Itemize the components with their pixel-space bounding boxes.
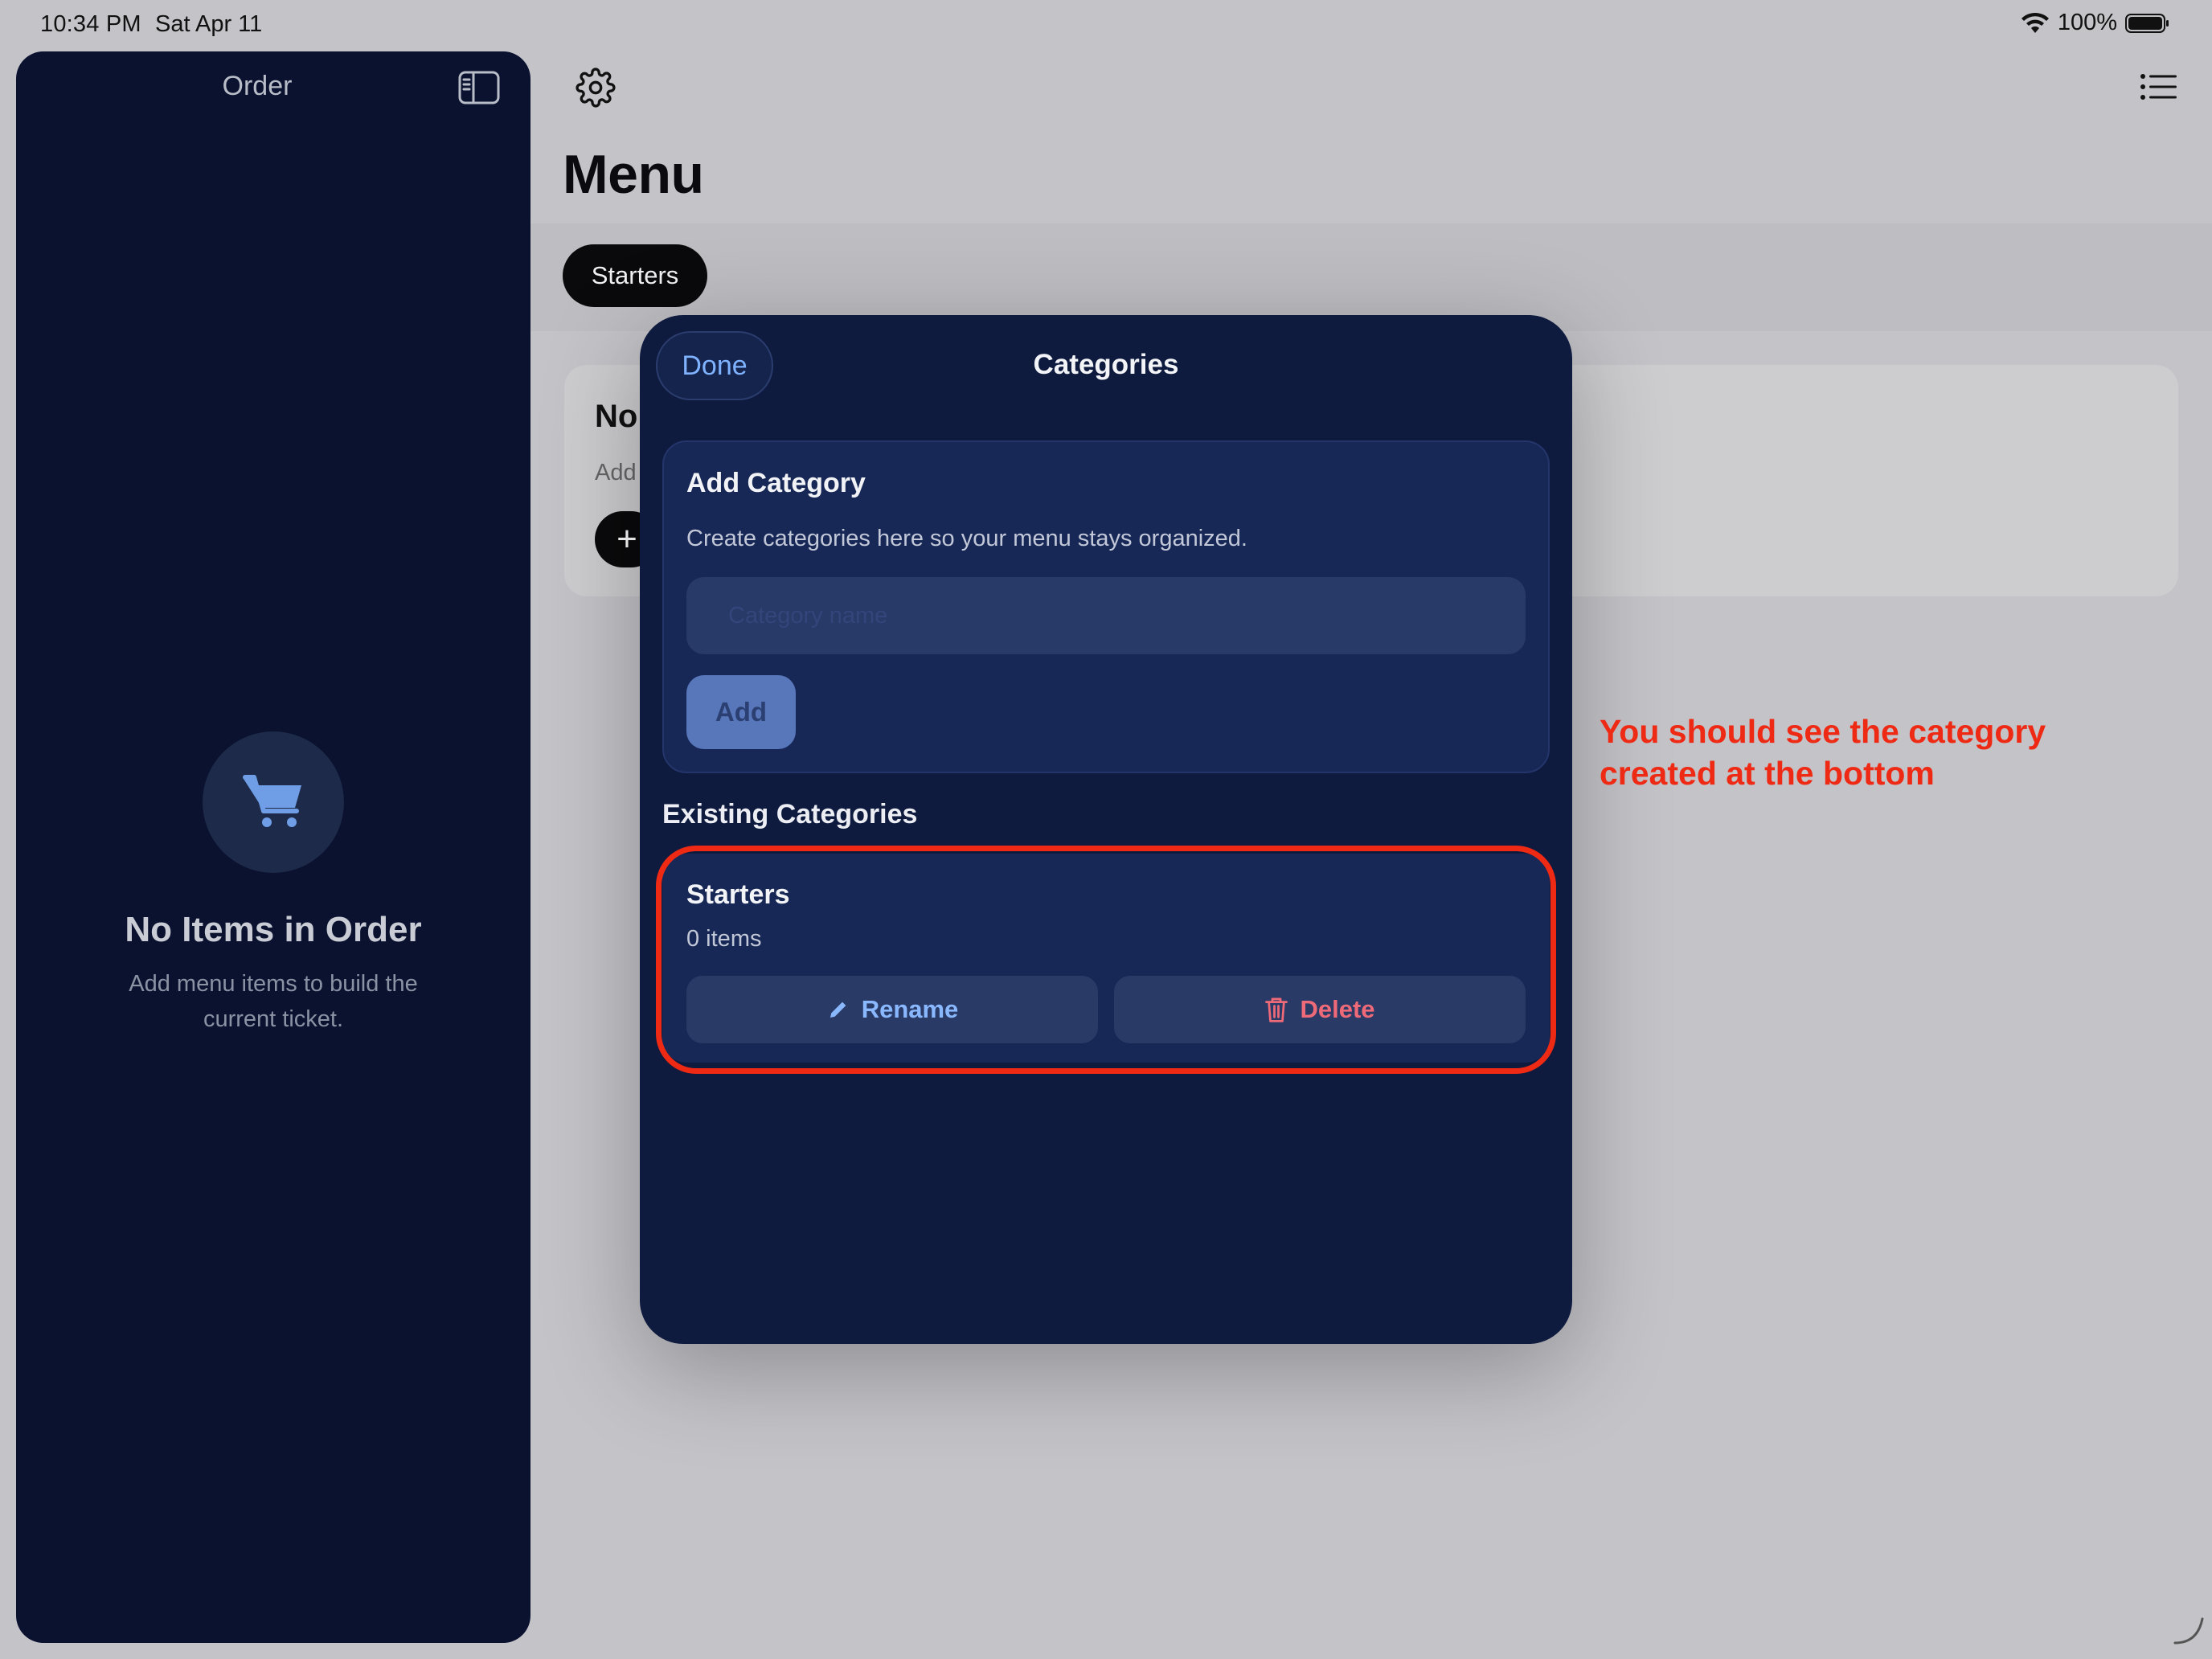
page-title: Menu bbox=[563, 144, 704, 205]
empty-order-badge bbox=[203, 731, 344, 873]
annotation-text: You should see the category created at t… bbox=[1600, 713, 2046, 792]
highlight-outline bbox=[656, 846, 1556, 1074]
sidebar-title: Order bbox=[222, 71, 293, 101]
add-category-description: Create categories here so your menu stay… bbox=[686, 526, 1247, 551]
add-category-title: Add Category bbox=[686, 468, 866, 498]
sidebar-toggle-icon[interactable] bbox=[458, 71, 500, 104]
add-category-button[interactable]: Add bbox=[686, 675, 796, 749]
empty-order-subtitle: Add menu items to build the current tick… bbox=[129, 971, 418, 1032]
battery-icon bbox=[2125, 13, 2169, 33]
status-date: Sat Apr 11 bbox=[155, 11, 263, 37]
existing-categories-heading: Existing Categories bbox=[662, 799, 918, 830]
empty-menu-title: No bbox=[595, 399, 638, 434]
category-chip-starters[interactable]: Starters bbox=[563, 244, 707, 307]
status-indicators: 100% bbox=[2021, 10, 2170, 36]
list-icon[interactable] bbox=[2140, 72, 2177, 101]
battery-percentage: 100% bbox=[2057, 10, 2117, 35]
status-time: 10:34 PM bbox=[40, 11, 141, 37]
empty-menu-subtitle: Add bbox=[595, 460, 637, 485]
wifi-icon bbox=[2021, 12, 2049, 33]
sheet-title: Categories bbox=[1033, 349, 1179, 380]
empty-order-title: No Items in Order bbox=[125, 910, 422, 949]
gear-icon[interactable] bbox=[576, 68, 616, 108]
category-name-input[interactable] bbox=[686, 577, 1526, 654]
resize-handle-icon[interactable] bbox=[2170, 1611, 2206, 1646]
cart-icon bbox=[243, 775, 301, 827]
